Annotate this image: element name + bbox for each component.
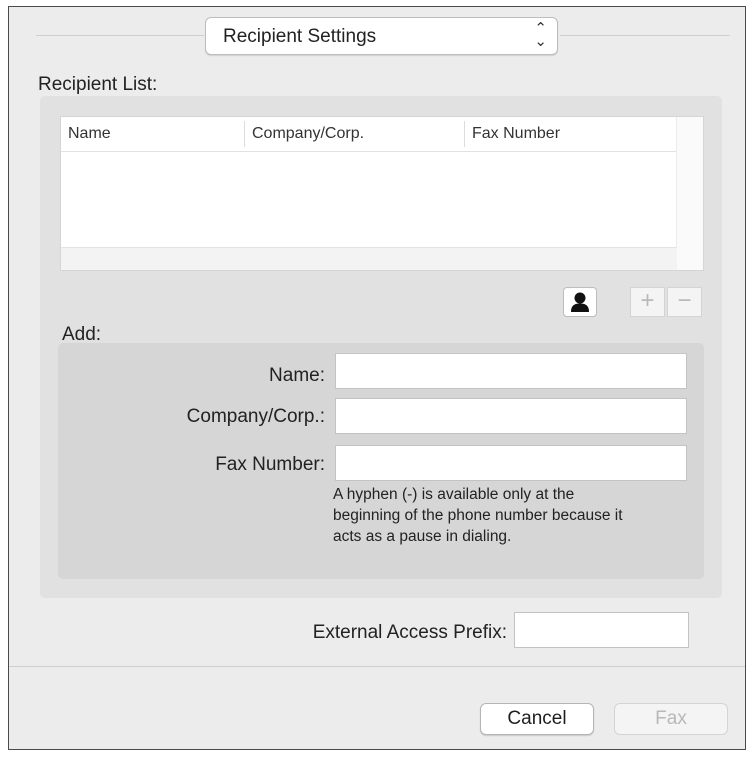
top-separator-right — [560, 35, 730, 36]
name-field[interactable] — [335, 353, 687, 389]
person-icon — [571, 292, 589, 312]
fax-button[interactable]: Fax — [614, 703, 728, 735]
remove-recipient-button[interactable]: − — [667, 287, 702, 317]
bottom-separator — [9, 666, 745, 667]
top-separator-left — [36, 35, 204, 36]
hint-line: A hyphen (-) is available only at the — [333, 486, 575, 503]
column-header-name[interactable]: Name — [61, 117, 244, 151]
up-down-chevron-icon: ⌃ ⌄ — [534, 20, 547, 50]
name-label: Name: — [269, 365, 325, 386]
company-field[interactable] — [335, 398, 687, 434]
company-label: Company/Corp.: — [186, 406, 325, 427]
settings-popup-label: Recipient Settings — [223, 26, 377, 47]
recipient-table[interactable]: Name Company/Corp. Fax Number — [60, 116, 704, 271]
fax-number-label: Fax Number: — [215, 454, 325, 475]
fax-number-field[interactable] — [335, 445, 687, 481]
recipient-table-header: Name Company/Corp. Fax Number — [61, 117, 703, 152]
table-horizontal-scrollbar[interactable] — [61, 247, 677, 270]
cancel-button[interactable]: Cancel — [480, 703, 594, 735]
column-header-company[interactable]: Company/Corp. — [245, 117, 464, 151]
add-recipient-button[interactable]: + — [630, 287, 665, 317]
recipient-list-label: Recipient List: — [38, 74, 158, 95]
column-header-fax-number[interactable]: Fax Number — [465, 117, 677, 151]
address-book-button[interactable] — [563, 287, 597, 317]
hint-line: acts as a pause in dialing. — [333, 528, 512, 545]
external-access-prefix-label: External Access Prefix: — [312, 622, 507, 643]
hint-line: beginning of the phone number because it — [333, 507, 623, 524]
table-vertical-scrollbar[interactable] — [676, 117, 703, 270]
settings-popup-button[interactable]: Recipient Settings ⌃ ⌄ — [205, 17, 558, 55]
fax-number-hint: A hyphen (-) is available only at the be… — [333, 484, 713, 547]
external-access-prefix-field[interactable] — [514, 612, 689, 648]
add-remove-buttons: + − — [630, 287, 704, 317]
